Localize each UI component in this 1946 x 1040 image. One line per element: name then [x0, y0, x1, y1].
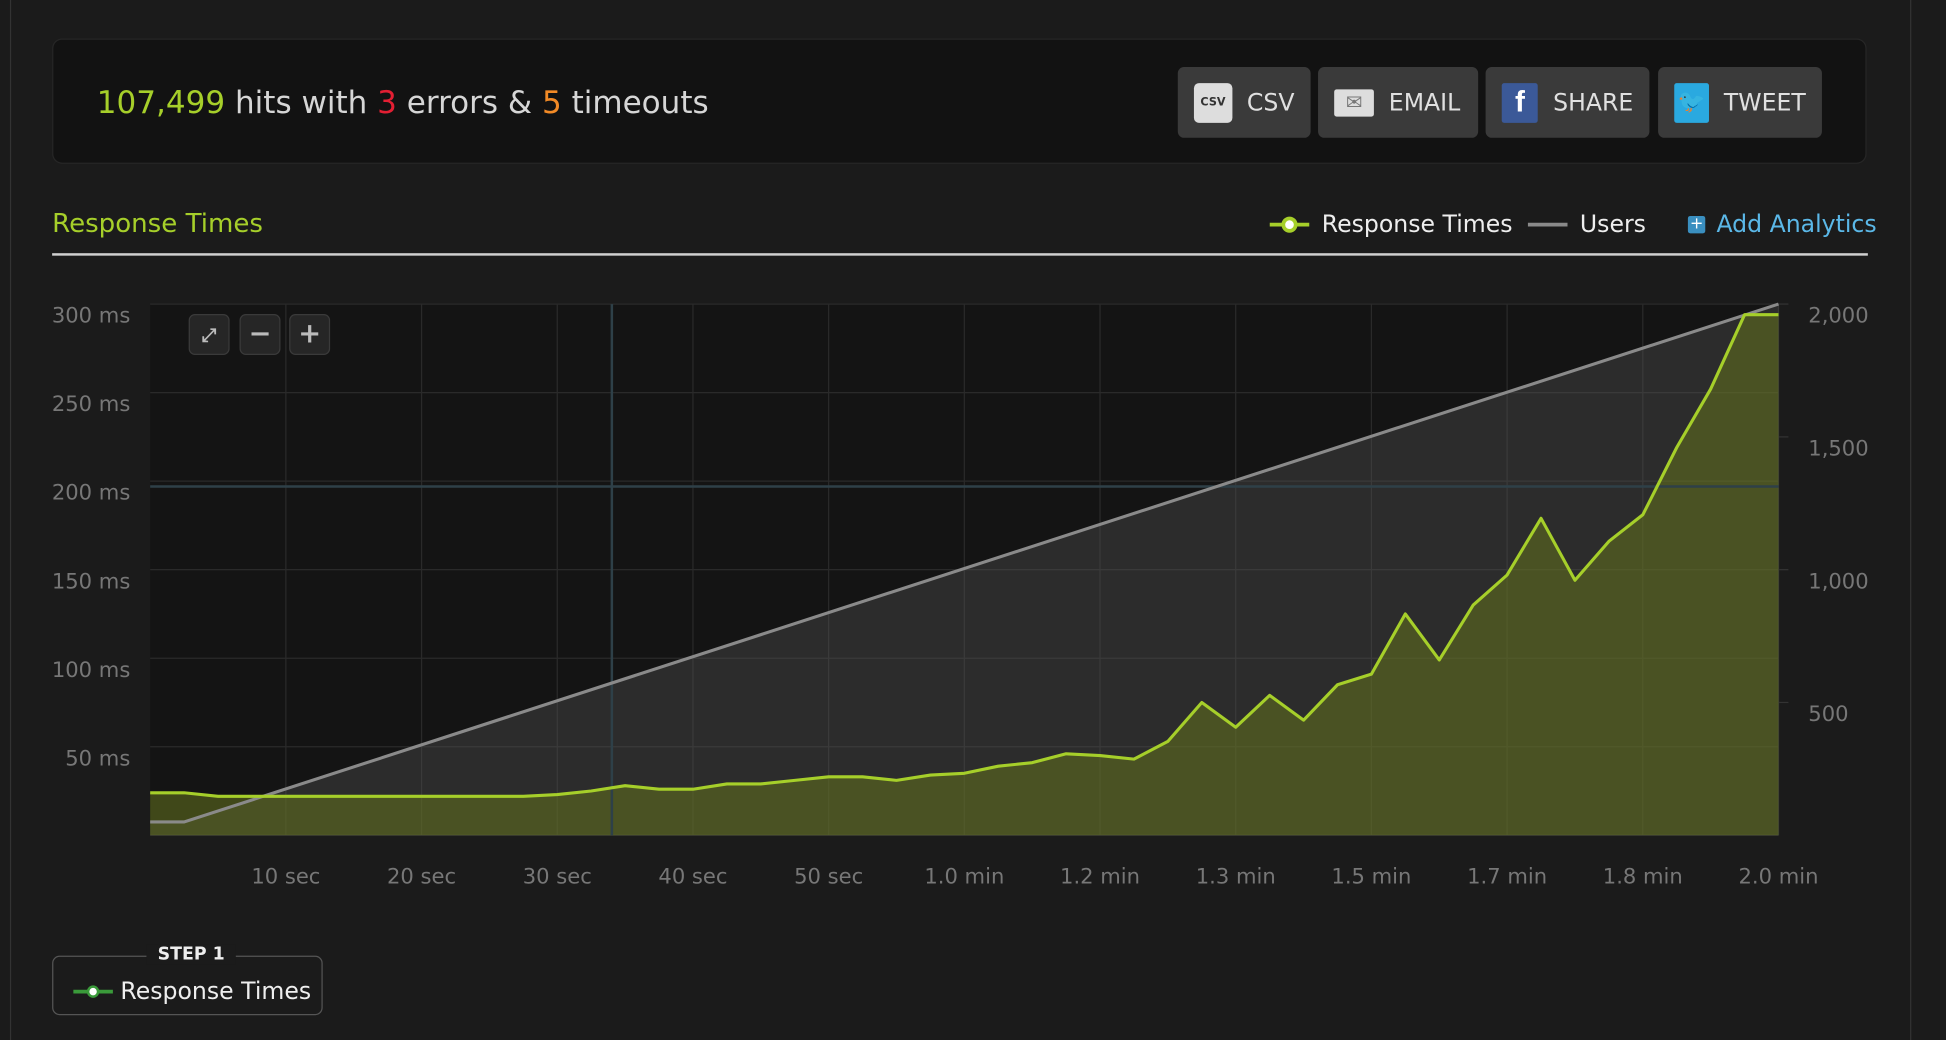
- y-left-tick-label: 100 ms: [52, 657, 130, 682]
- y-left-tick-label: 50 ms: [65, 745, 130, 770]
- response-times-legend-icon: [73, 985, 113, 998]
- step-series-item[interactable]: Response Times: [73, 978, 311, 1005]
- zoom-in-button[interactable]: +: [289, 313, 331, 355]
- y-left-tick-label: 200 ms: [52, 480, 130, 505]
- response-times-chart: 50 ms 100 ms 150 ms 200 ms 250 ms 300 ms 500 1,…: [52, 302, 1869, 889]
- x-tick-label: 1.3 min: [1196, 864, 1276, 889]
- minus-icon: −: [248, 318, 272, 350]
- plus-icon: +: [298, 318, 322, 350]
- x-tick-label: 2.0 min: [1739, 864, 1819, 889]
- x-tick-label: 1.7 min: [1467, 864, 1547, 889]
- x-tick-label: 1.8 min: [1603, 864, 1683, 889]
- zoom-out-button[interactable]: −: [239, 313, 281, 355]
- y-right-tick-label: 1,000: [1808, 568, 1868, 593]
- y-left-tick-label: 150 ms: [52, 568, 130, 593]
- step-1-box: STEP 1 Response Times: [52, 944, 323, 1016]
- x-tick-label: 10 sec: [251, 864, 320, 889]
- step-label: STEP 1: [146, 944, 236, 965]
- zoom-reset-button[interactable]: ⤢: [188, 313, 230, 355]
- expand-icon: ⤢: [201, 323, 217, 346]
- y-right-tick-label: 500: [1808, 701, 1848, 726]
- x-tick-label: 50 sec: [794, 864, 863, 889]
- step-item-label: Response Times: [120, 977, 312, 1006]
- x-tick-label: 1.2 min: [1060, 864, 1140, 889]
- y-right-tick-label: 2,000: [1808, 303, 1868, 328]
- x-tick-label: 20 sec: [387, 864, 456, 889]
- y-left-tick-label: 250 ms: [52, 391, 130, 416]
- x-tick-label: 1.0 min: [924, 864, 1004, 889]
- x-tick-label: 40 sec: [658, 864, 727, 889]
- x-tick-label: 1.5 min: [1331, 864, 1411, 889]
- y-left-tick-label: 300 ms: [52, 303, 130, 328]
- y-right-tick-label: 1,500: [1808, 435, 1868, 460]
- x-tick-label: 30 sec: [523, 864, 592, 889]
